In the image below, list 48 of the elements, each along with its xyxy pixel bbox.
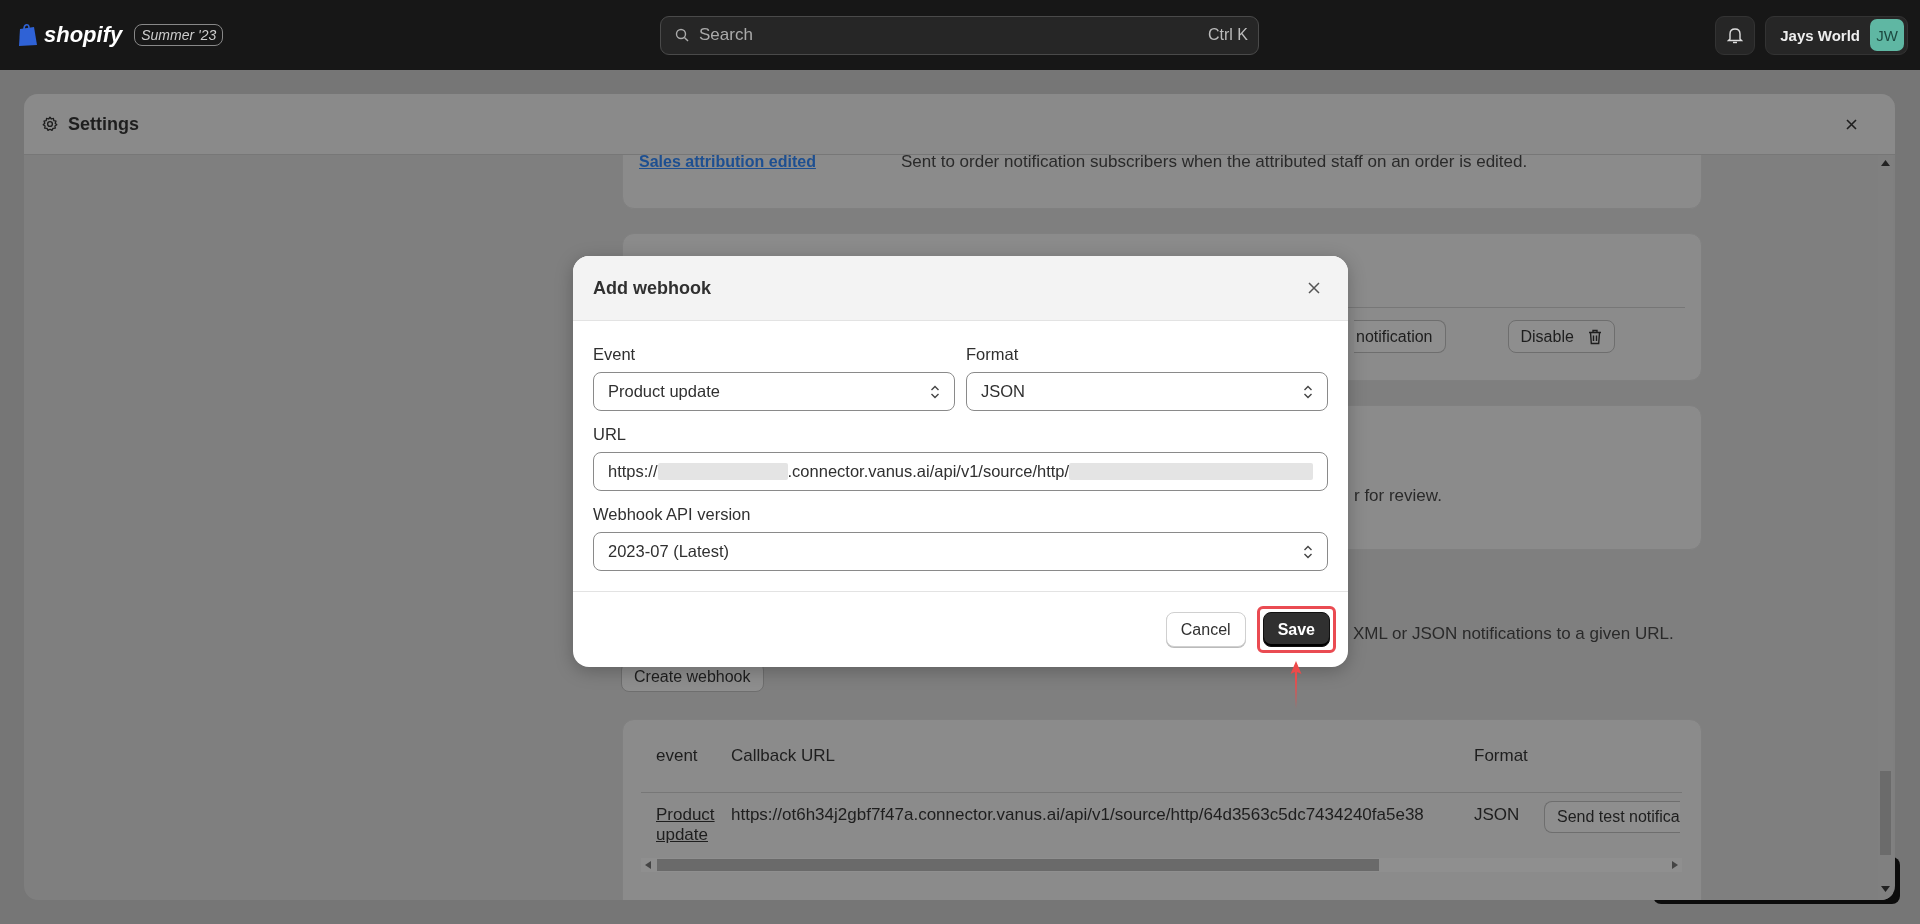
window-title: Settings	[68, 113, 139, 135]
settings-icon	[42, 116, 58, 132]
table-cell-text: JSON	[1474, 805, 1521, 825]
dialog-title: Add webhook	[593, 277, 711, 299]
search-field[interactable]: Search	[697, 24, 1200, 46]
notifications-button[interactable]	[1715, 15, 1756, 55]
event-description: Sent to order notification subscribers when the attributed staff on an order is edited.	[901, 152, 1528, 172]
url-field[interactable]: https:// .connector.vanus.ai/api/v1/source/http/	[593, 452, 1328, 491]
bell-icon	[1727, 26, 1744, 44]
send-test-button[interactable]: Send test notifica	[1544, 801, 1680, 833]
column-header: event	[655, 746, 699, 766]
column-header: Callback URL	[731, 746, 836, 766]
field-label: Format	[966, 345, 1020, 364]
select-field[interactable]: Product update	[593, 372, 955, 411]
close-icon	[1308, 282, 1320, 294]
search-bar[interactable]: Search Ctrl K	[660, 15, 1259, 55]
store-menu-button[interactable]: Jays World JW	[1765, 15, 1908, 55]
shortcut-hint: Ctrl K	[1208, 26, 1248, 44]
chevrons-icon	[1303, 543, 1313, 560]
select-field[interactable]: JSON	[966, 372, 1328, 411]
search-icon	[675, 28, 689, 42]
field-label: URL	[593, 425, 627, 444]
disable-button[interactable]: Disable	[1507, 320, 1615, 353]
review-text: r for review.	[1354, 486, 1442, 505]
scroll-left-icon[interactable]	[645, 861, 651, 869]
column-header: Format	[1474, 746, 1529, 766]
trash-icon	[1587, 328, 1602, 345]
test-notification-button[interactable]: notification	[1354, 320, 1446, 353]
select-field[interactable]: 2023-07 (Latest)	[593, 532, 1328, 571]
webhooks-description: XML or JSON notifications to a given URL.	[1353, 624, 1674, 644]
scrollbar-thumb[interactable]	[657, 859, 1379, 871]
chevrons-icon	[930, 383, 940, 400]
edition-badge: Summer '23	[134, 24, 224, 46]
table-cell-text: https://ot6h34j2gbf7f47a.connector.vanus.ai/api/v1/source/http/64d3563c5dc7434240fa5e38	[731, 805, 1425, 825]
horizontal-scrollbar[interactable]	[641, 858, 1682, 872]
save-button[interactable]: Save	[1262, 612, 1330, 647]
scroll-up-icon[interactable]	[1881, 160, 1890, 166]
logo-text[interactable]: shopify	[44, 22, 123, 48]
avatar: JW	[1870, 19, 1904, 51]
chevrons-icon	[1303, 383, 1313, 400]
scroll-right-icon[interactable]	[1672, 861, 1678, 869]
shopping-bag-icon	[18, 23, 38, 47]
field-label: Event	[593, 345, 637, 364]
close-icon	[1846, 118, 1857, 130]
event-link[interactable]: Product update	[656, 805, 715, 845]
cancel-button[interactable]: Cancel	[1165, 612, 1246, 647]
scroll-down-icon[interactable]	[1881, 886, 1890, 892]
field-label: Webhook API version	[593, 505, 752, 524]
